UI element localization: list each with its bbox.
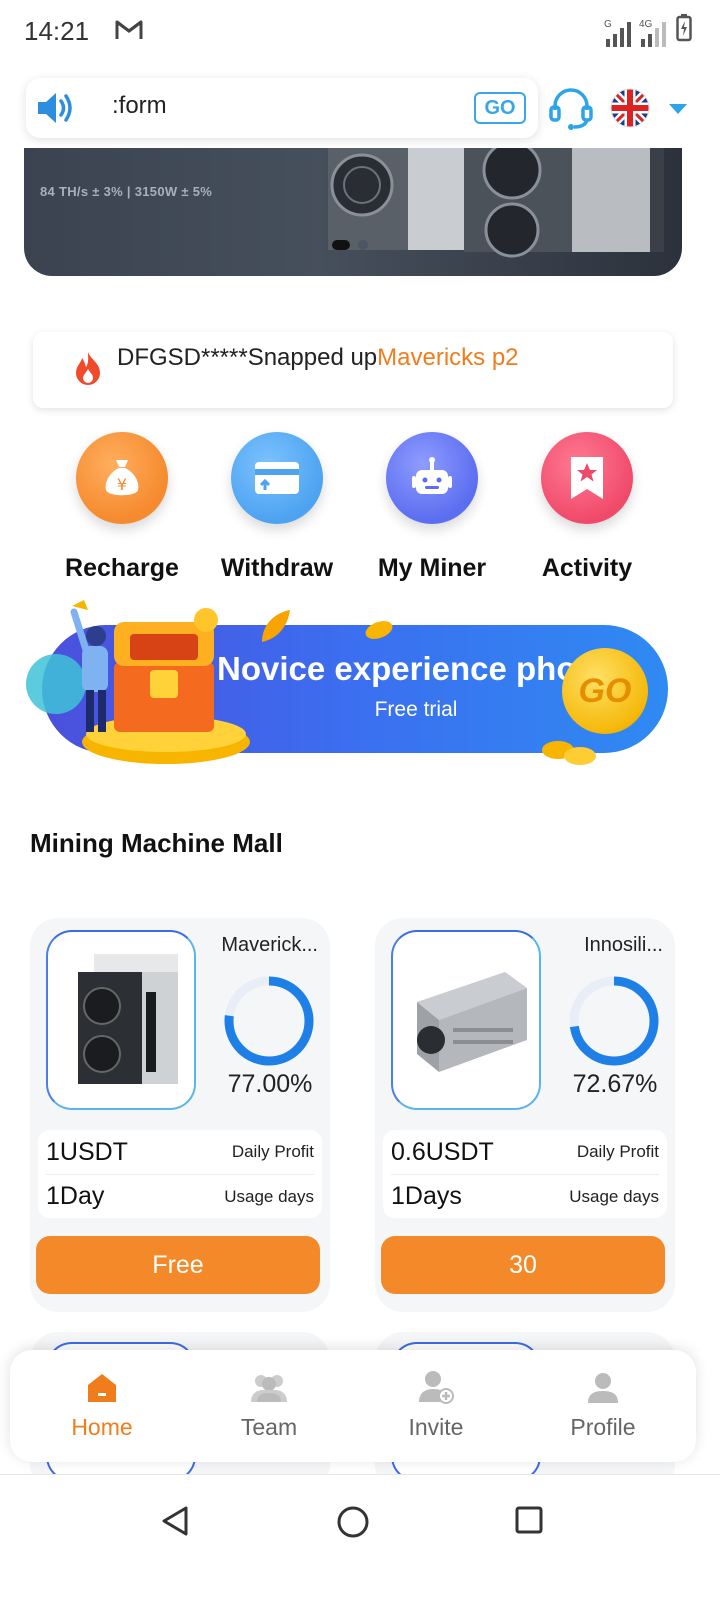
bookmark-star-icon: [541, 432, 633, 524]
leaf-decoration: [262, 610, 290, 642]
tab-invite[interactable]: Invite: [366, 1368, 506, 1441]
buy-button[interactable]: Free: [36, 1236, 320, 1294]
my-miner-action[interactable]: My Miner: [352, 432, 512, 583]
product-image: [391, 930, 541, 1110]
miner-image: [324, 148, 682, 275]
days-label: Usage days: [224, 1186, 314, 1206]
product-name: Maverick...: [221, 934, 318, 956]
go-coin[interactable]: GO: [562, 648, 648, 734]
signal-4g-icon: 4G: [639, 19, 666, 47]
progress-percent: 77.00%: [227, 1070, 313, 1098]
fire-icon: [73, 350, 103, 391]
coin-decoration: [365, 621, 393, 639]
invite-user-icon: [366, 1368, 506, 1404]
search-text: :form: [112, 92, 167, 119]
my-miner-label: My Miner: [377, 554, 487, 582]
progress-ring: [569, 976, 659, 1066]
days-row: 1Days Usage days: [391, 1174, 659, 1218]
withdraw-action[interactable]: Withdraw: [197, 432, 357, 583]
speaker-icon: [36, 90, 78, 131]
recents-icon[interactable]: [514, 1505, 544, 1540]
hero-banner[interactable]: 84 TH/s ± 3% | 3150W ± 5%: [24, 148, 682, 276]
go-button[interactable]: GO: [474, 92, 526, 124]
team-icon: [199, 1368, 339, 1404]
search-bar[interactable]: :form GO: [26, 78, 538, 138]
profit-row: 0.6USDT Daily Profit: [391, 1130, 659, 1174]
coins-decoration: [542, 741, 596, 765]
svg-text:¥: ¥: [117, 475, 127, 494]
days-row: 1Day Usage days: [46, 1174, 314, 1218]
section-title: Mining Machine Mall: [30, 828, 283, 858]
profile-icon: [533, 1368, 673, 1404]
withdraw-label: Withdraw: [220, 554, 334, 582]
tab-label: Invite: [408, 1414, 464, 1440]
buy-button[interactable]: 30: [381, 1236, 665, 1294]
bottom-tab-bar: Home Team Invite Profile: [10, 1350, 696, 1462]
tab-label: Profile: [570, 1414, 636, 1440]
recharge-label: Recharge: [65, 554, 179, 582]
tab-team[interactable]: Team: [199, 1368, 339, 1441]
product-image: [46, 930, 196, 1110]
progress-ring: [224, 976, 314, 1066]
days-value: 1Days: [391, 1182, 462, 1210]
battery-icon: [676, 14, 692, 47]
tab-profile[interactable]: Profile: [533, 1368, 673, 1441]
recharge-action[interactable]: ¥ Recharge: [42, 432, 202, 583]
product-name: Innosili...: [584, 934, 663, 956]
ticker-product: Mavericks p2: [377, 344, 519, 371]
days-value: 1Day: [46, 1182, 105, 1210]
ticker-prefix: DFGSD*****Snapped up: [117, 344, 378, 371]
profit-value: 1USDT: [46, 1137, 128, 1166]
signal-icon: G: [604, 19, 631, 47]
activity-label: Activity: [541, 554, 633, 582]
days-label: Usage days: [569, 1186, 659, 1206]
status-time: 14:21: [24, 16, 90, 46]
banner-spec: 84 TH/s ± 3% | 3150W ± 5%: [40, 184, 213, 199]
product-info: 1USDT Daily Profit 1Day Usage days: [38, 1130, 322, 1218]
caret-down-icon[interactable]: [668, 102, 688, 120]
profit-row: 1USDT Daily Profit: [46, 1130, 314, 1174]
purchase-ticker: DFGSD*****Snapped upMavericks p2: [33, 332, 673, 408]
activity-action[interactable]: Activity: [507, 432, 667, 583]
ticker-message: DFGSD*****Snapped upMavericks p2: [117, 344, 519, 372]
card-icon: [231, 432, 323, 524]
profit-value: 0.6USDT: [391, 1137, 494, 1166]
tab-label: Home: [71, 1414, 133, 1440]
status-bar: 14:21 G 4G: [0, 0, 720, 64]
product-card[interactable]: Maverick... 77.00% 1USDT Daily Profit 1D…: [30, 918, 330, 1312]
money-bag-icon: ¥: [76, 432, 168, 524]
robot-icon: [386, 432, 478, 524]
quick-actions: ¥ Recharge Withdraw My Miner Activity: [42, 432, 662, 592]
back-icon[interactable]: [160, 1505, 190, 1542]
profit-label: Daily Profit: [576, 1142, 659, 1161]
gmail-icon: [114, 18, 144, 47]
tab-label: Team: [240, 1414, 298, 1440]
promo-banner[interactable]: Novice experience phone Free trial GO: [26, 592, 672, 772]
headset-icon[interactable]: [548, 86, 594, 135]
product-info: 0.6USDT Daily Profit 1Days Usage days: [383, 1130, 667, 1218]
profit-label: Daily Profit: [231, 1142, 314, 1161]
product-card[interactable]: Innosili... 72.67% 0.6USDT Daily Profit …: [375, 918, 675, 1312]
progress-percent: 72.67%: [572, 1070, 658, 1098]
system-navigation-bar: [0, 1474, 720, 1600]
home-icon: [32, 1368, 172, 1404]
page-dot[interactable]: [358, 240, 368, 250]
tab-home[interactable]: Home: [32, 1368, 172, 1441]
page-dot-active[interactable]: [332, 240, 350, 250]
uk-flag-icon[interactable]: [610, 88, 650, 133]
banner-pagination: [332, 240, 368, 250]
home-circle-icon[interactable]: [336, 1505, 370, 1544]
